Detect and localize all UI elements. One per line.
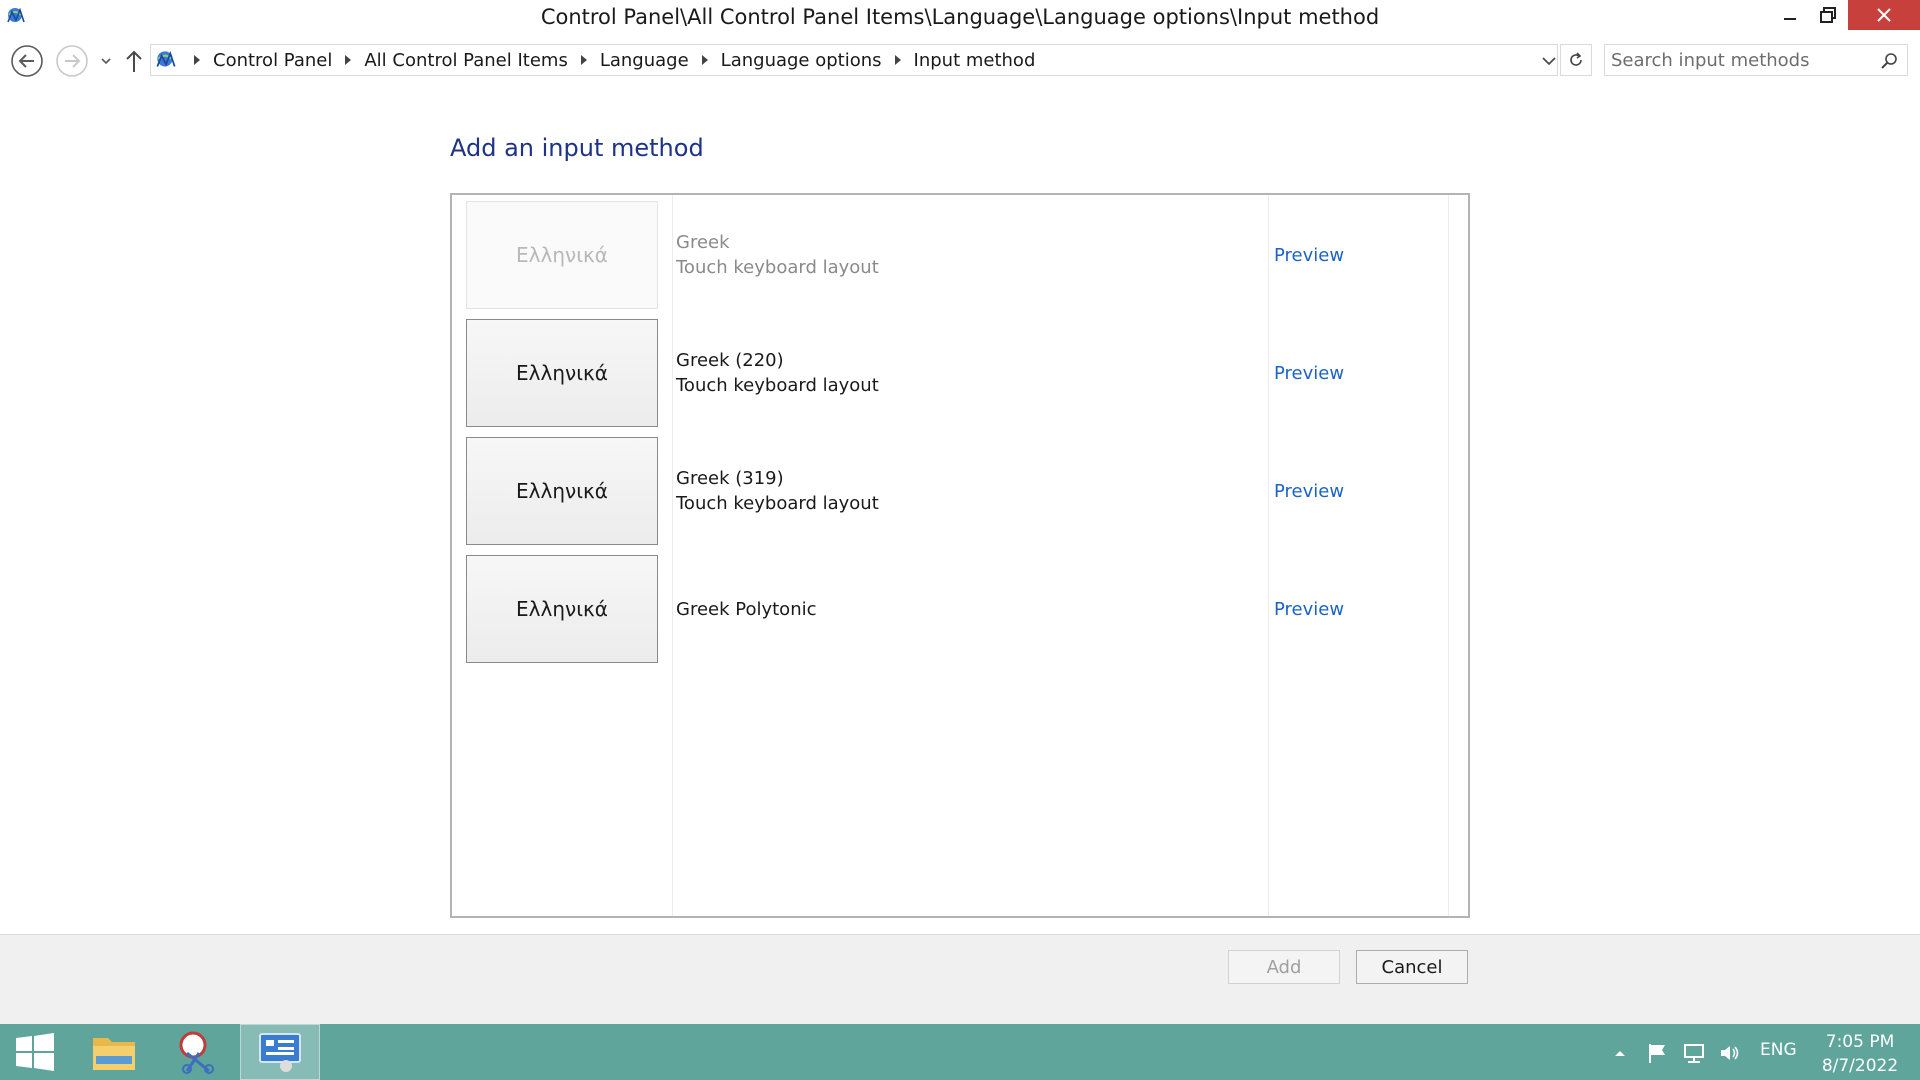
list-item-greek-220[interactable]: Ελληνικά Greek (220) Touch keyboard layo… <box>466 319 1456 427</box>
input-method-list: Ελληνικά Greek Touch keyboard layout Pre… <box>450 193 1470 918</box>
taskbar-file-explorer[interactable] <box>74 1024 154 1080</box>
preview-link[interactable]: Preview <box>1274 555 1344 663</box>
search-input[interactable]: Search input methods <box>1604 44 1908 76</box>
list-item-greek-319[interactable]: Ελληνικά Greek (319) Touch keyboard layo… <box>466 437 1456 545</box>
volume-icon[interactable] <box>1718 1042 1742 1064</box>
clock-time: 7:05 PM <box>1825 1032 1895 1052</box>
up-button[interactable] <box>122 44 146 78</box>
input-method-name: Greek Polytonic <box>676 598 817 620</box>
input-method-name: Greek <box>676 232 730 253</box>
input-method-name: Greek (319) <box>676 468 784 489</box>
input-method-info: Greek (220) Touch keyboard layout <box>676 319 879 427</box>
scissors-icon <box>179 1031 214 1074</box>
keyboard-tile[interactable]: Ελληνικά <box>466 437 658 545</box>
preview-link[interactable]: Preview <box>1274 319 1344 427</box>
control-panel-icon <box>259 1033 301 1072</box>
input-method-info: Greek Polytonic <box>676 555 817 663</box>
address-bar[interactable]: Control Panel All Control Panel Items La… <box>150 44 1558 76</box>
windows-logo-icon <box>16 1033 54 1071</box>
recent-locations-chevron-icon[interactable] <box>98 44 114 78</box>
keyboard-tile: Ελληνικά <box>466 201 658 309</box>
close-button[interactable] <box>1848 0 1920 30</box>
close-icon <box>1877 8 1891 22</box>
taskbar: ENG 7:05 PM 8/7/2022 <box>0 1024 1920 1080</box>
preview-link[interactable]: Preview <box>1274 201 1344 309</box>
breadcrumb: Control Panel All Control Panel Items La… <box>187 45 1041 75</box>
breadcrumb-control-panel[interactable]: Control Panel <box>207 50 338 71</box>
breadcrumb-separator-icon[interactable] <box>695 55 715 65</box>
breadcrumb-language[interactable]: Language <box>594 50 695 71</box>
breadcrumb-separator-icon[interactable] <box>888 55 908 65</box>
chevron-down-icon[interactable] <box>1539 51 1559 71</box>
input-method-name: Greek (220) <box>676 350 784 371</box>
restore-button[interactable] <box>1808 0 1848 30</box>
breadcrumb-all-items[interactable]: All Control Panel Items <box>358 50 573 71</box>
breadcrumb-language-options[interactable]: Language options <box>715 50 888 71</box>
cancel-button[interactable]: Cancel <box>1356 950 1468 984</box>
breadcrumb-separator-icon[interactable] <box>338 55 358 65</box>
add-button[interactable]: Add <box>1228 950 1340 984</box>
breadcrumb-input-method[interactable]: Input method <box>908 50 1042 71</box>
taskbar-snipping-tool[interactable] <box>158 1024 238 1080</box>
show-hidden-icons-chevron-icon[interactable] <box>1608 1042 1632 1064</box>
input-method-info: Greek (319) Touch keyboard layout <box>676 437 879 545</box>
forward-button[interactable] <box>55 44 89 78</box>
clock-date: 8/7/2022 <box>1821 1056 1899 1076</box>
dialog-footer: Add Cancel <box>0 934 1920 1024</box>
refresh-icon <box>1570 52 1582 66</box>
restore-icon <box>1820 7 1836 23</box>
breadcrumb-separator-icon[interactable] <box>574 55 594 65</box>
folder-icon <box>93 1038 135 1070</box>
input-method-type: Touch keyboard layout <box>676 375 879 396</box>
taskbar-control-panel[interactable] <box>240 1024 320 1080</box>
preview-link[interactable]: Preview <box>1274 437 1344 545</box>
page-title: Add an input method <box>450 134 704 162</box>
keyboard-tile[interactable]: Ελληνικά <box>466 555 658 663</box>
window-title: Control Panel\All Control Panel Items\La… <box>540 5 1380 29</box>
back-button[interactable] <box>10 44 44 78</box>
list-item-greek: Ελληνικά Greek Touch keyboard layout Pre… <box>466 201 1456 309</box>
input-language-indicator[interactable]: ENG <box>1760 1040 1797 1060</box>
breadcrumb-separator-icon[interactable] <box>187 55 207 65</box>
search-placeholder: Search input methods <box>1611 50 1810 71</box>
navigation-bar: Control Panel All Control Panel Items La… <box>0 40 1920 80</box>
refresh-button[interactable] <box>1560 44 1592 76</box>
minimize-button[interactable] <box>1770 0 1810 30</box>
input-method-type: Touch keyboard layout <box>676 493 879 514</box>
keyboard-tile[interactable]: Ελληνικά <box>466 319 658 427</box>
search-icon[interactable] <box>1879 51 1899 71</box>
clock[interactable]: 7:05 PM 8/7/2022 <box>1810 1030 1910 1078</box>
minimize-icon <box>1784 18 1796 20</box>
list-item-greek-polytonic[interactable]: Ελληνικά Greek Polytonic Preview <box>466 555 1456 663</box>
input-method-type: Touch keyboard layout <box>676 257 879 278</box>
network-icon[interactable] <box>1682 1042 1706 1064</box>
title-bar: Control Panel\All Control Panel Items\La… <box>0 0 1920 36</box>
input-method-info: Greek Touch keyboard layout <box>676 201 879 309</box>
action-center-flag-icon[interactable] <box>1646 1042 1670 1064</box>
control-panel-icon <box>156 50 176 67</box>
start-button[interactable] <box>0 1024 70 1080</box>
